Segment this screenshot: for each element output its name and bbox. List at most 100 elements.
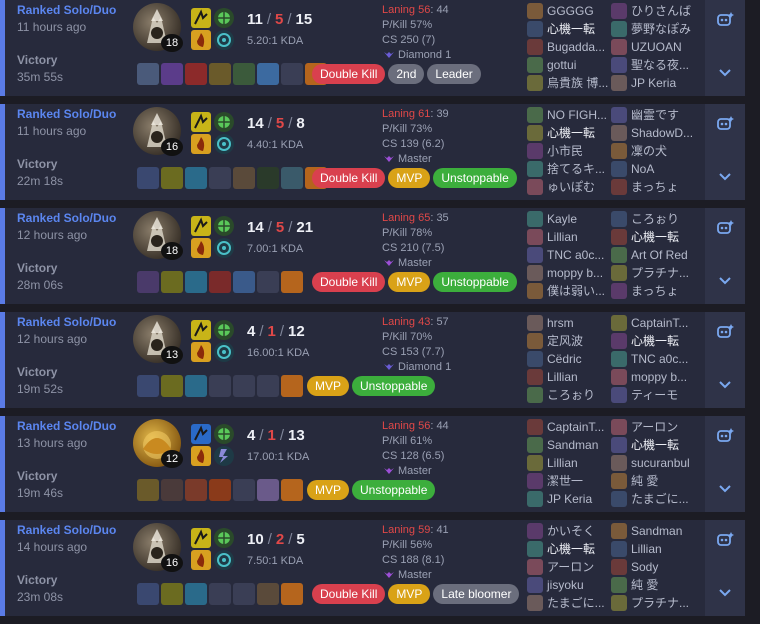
secondary-rune-icon[interactable] (214, 342, 234, 362)
item-slot[interactable] (161, 479, 183, 501)
item-slot[interactable] (137, 63, 159, 85)
item-slot[interactable] (257, 167, 279, 189)
player-row[interactable]: TNC a0c... (527, 246, 611, 264)
item-slot[interactable] (137, 167, 159, 189)
summoner-spell-ignite-icon[interactable] (191, 550, 211, 570)
summoner-spell-flash-icon[interactable] (191, 112, 211, 132)
player-row[interactable]: ShadowD... (611, 124, 695, 142)
item-slot[interactable] (161, 583, 183, 605)
item-slot[interactable] (185, 479, 207, 501)
expand-chevron-down-icon[interactable] (715, 378, 735, 392)
keystone-rune-icon[interactable] (214, 216, 234, 236)
player-row[interactable]: moppy b... (527, 264, 611, 282)
item-slot[interactable] (257, 479, 279, 501)
player-row[interactable]: 聖なる夜... (611, 56, 695, 74)
item-slot[interactable] (209, 479, 231, 501)
keystone-rune-icon[interactable] (214, 112, 234, 132)
keystone-rune-icon[interactable] (214, 8, 234, 28)
ai-analysis-icon[interactable] (715, 114, 735, 134)
player-row[interactable]: 定风波 (527, 332, 611, 350)
keystone-rune-icon[interactable] (214, 528, 234, 548)
player-row[interactable]: NO FIGH... (527, 106, 611, 124)
player-row[interactable]: 凜の犬 (611, 142, 695, 160)
player-row[interactable]: ころぉり (611, 210, 695, 228)
player-row[interactable]: Lillian (527, 368, 611, 386)
match-card[interactable]: Ranked Solo/Duo 14 hours ago Victory 23m 08… (0, 520, 745, 616)
player-row[interactable]: まっちょ (611, 282, 695, 300)
player-row[interactable]: NoA (611, 160, 695, 178)
expand-chevron-down-icon[interactable] (715, 66, 735, 80)
player-row[interactable]: sucuranbul (611, 454, 695, 472)
player-row-self[interactable]: 心機一転 (611, 436, 695, 454)
ai-analysis-icon[interactable] (715, 10, 735, 30)
player-row-self[interactable]: 心機一転 (527, 20, 611, 38)
ai-analysis-icon[interactable] (715, 530, 735, 550)
player-row[interactable]: たまごに... (611, 490, 695, 508)
item-slot[interactable] (161, 375, 183, 397)
player-row[interactable]: Bugadda... (527, 38, 611, 56)
item-slot[interactable] (281, 271, 303, 293)
player-row[interactable]: 夢野なぽみ (611, 20, 695, 38)
match-card[interactable]: Ranked Solo/Duo 11 hours ago Victory 35m 55… (0, 0, 745, 96)
ai-analysis-icon[interactable] (715, 218, 735, 238)
item-slot[interactable] (209, 271, 231, 293)
player-row[interactable]: プラチナ... (611, 594, 695, 612)
player-row[interactable]: 小市民 (527, 142, 611, 160)
player-row[interactable]: Cëdric (527, 350, 611, 368)
item-slot[interactable] (233, 167, 255, 189)
item-slot[interactable] (161, 271, 183, 293)
player-row[interactable]: プラチナ... (611, 264, 695, 282)
player-row[interactable]: まっちょ (611, 178, 695, 196)
match-card[interactable]: Ranked Solo/Duo 11 hours ago Victory 22m 18… (0, 104, 745, 200)
item-slot[interactable] (257, 63, 279, 85)
summoner-spell-ignite-icon[interactable] (191, 446, 211, 466)
summoner-spell-ignite-icon[interactable] (191, 238, 211, 258)
item-slot[interactable] (161, 167, 183, 189)
match-card[interactable]: Ranked Solo/Duo 12 hours ago Victory 28m 06… (0, 208, 745, 304)
player-row[interactable]: 潔世一 (527, 472, 611, 490)
summoner-spell-ignite-icon[interactable] (191, 342, 211, 362)
player-row[interactable]: ひりさんば (611, 2, 695, 20)
expand-chevron-down-icon[interactable] (715, 170, 735, 184)
player-row[interactable]: 純 愛 (611, 472, 695, 490)
item-slot[interactable] (185, 375, 207, 397)
item-slot[interactable] (281, 583, 303, 605)
match-card[interactable]: Ranked Solo/Duo 13 hours ago Victory 19m 46… (0, 416, 745, 512)
player-row[interactable]: JP Keria (611, 74, 695, 92)
ai-analysis-icon[interactable] (715, 322, 735, 342)
player-row[interactable]: moppy b... (611, 368, 695, 386)
player-row[interactable]: UZUOAN (611, 38, 695, 56)
match-card[interactable]: Ranked Solo/Duo 12 hours ago Victory 19m 52… (0, 312, 745, 408)
player-row[interactable]: Sandman (611, 522, 695, 540)
item-slot[interactable] (161, 63, 183, 85)
player-row-self[interactable]: 心機一転 (527, 124, 611, 142)
player-row[interactable]: GGGGG (527, 2, 611, 20)
player-row[interactable]: 僕は弱い... (527, 282, 611, 300)
keystone-rune-icon[interactable] (214, 424, 234, 444)
summoner-spell-flash-icon[interactable] (191, 424, 211, 444)
item-slot[interactable] (185, 583, 207, 605)
player-row[interactable]: ティーモ (611, 386, 695, 404)
player-row[interactable]: CaptainT... (611, 314, 695, 332)
player-row[interactable]: gottui (527, 56, 611, 74)
player-row[interactable]: 捨てるキ... (527, 160, 611, 178)
player-row[interactable]: Kayle (527, 210, 611, 228)
player-row[interactable]: Lillian (527, 454, 611, 472)
secondary-rune-icon[interactable] (214, 550, 234, 570)
player-row[interactable]: 幽霊です (611, 106, 695, 124)
item-slot[interactable] (137, 583, 159, 605)
player-row-self[interactable]: 心機一転 (611, 332, 695, 350)
item-slot[interactable] (257, 583, 279, 605)
item-slot[interactable] (281, 479, 303, 501)
item-slot[interactable] (233, 63, 255, 85)
player-row-self[interactable]: 心機一転 (527, 540, 611, 558)
item-slot[interactable] (185, 167, 207, 189)
player-row[interactable]: jisyoku (527, 576, 611, 594)
player-row[interactable]: アーロン (611, 418, 695, 436)
item-slot[interactable] (281, 167, 303, 189)
expand-chevron-down-icon[interactable] (715, 482, 735, 496)
player-row[interactable]: Lillian (527, 228, 611, 246)
summoner-spell-flash-icon[interactable] (191, 216, 211, 236)
keystone-rune-icon[interactable] (214, 320, 234, 340)
secondary-rune-icon[interactable] (214, 238, 234, 258)
